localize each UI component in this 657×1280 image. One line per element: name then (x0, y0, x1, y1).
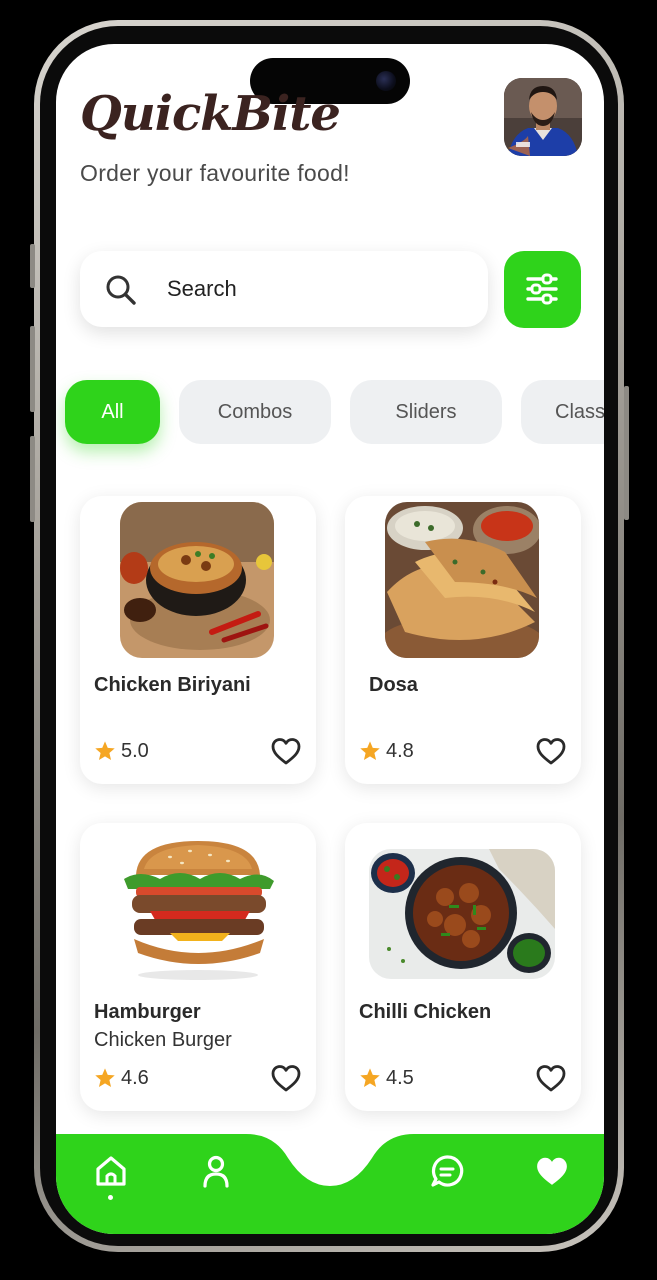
star-icon (95, 1068, 115, 1087)
app-screen: QuickBite Order your favourite food! Sea… (56, 44, 604, 1234)
avatar[interactable] (504, 78, 582, 156)
avatar-photo (504, 78, 582, 156)
heart-outline-icon[interactable] (270, 1063, 302, 1093)
star-icon (95, 741, 115, 760)
front-camera (376, 71, 396, 91)
active-indicator-dot (108, 1195, 113, 1200)
home-icon[interactable] (94, 1154, 128, 1188)
category-chip-classic[interactable]: Class (521, 380, 604, 444)
category-chip-combos[interactable]: Combos (179, 380, 331, 444)
search-placeholder: Search (167, 276, 237, 301)
product-image (369, 849, 555, 979)
product-name: Hamburger (94, 1001, 201, 1023)
app-logo: QuickBite (80, 86, 341, 142)
chat-icon[interactable] (430, 1154, 464, 1188)
product-name: Dosa (369, 674, 418, 696)
product-subtitle: Chicken Burger (94, 1029, 232, 1051)
filter-sliders-icon (526, 273, 558, 305)
heart-outline-icon[interactable] (535, 1063, 567, 1093)
product-rating: 4.5 (386, 1067, 414, 1089)
product-rating: 4.6 (121, 1067, 149, 1089)
search-icon (106, 275, 136, 305)
product-image (385, 502, 539, 658)
star-icon (360, 741, 380, 760)
power-button (624, 386, 629, 520)
product-image (110, 829, 286, 985)
product-name: Chilli Chicken (359, 1001, 492, 1023)
volume-up-button (30, 326, 35, 412)
product-card[interactable]: Chicken Biriyani 5.0 (80, 496, 316, 784)
profile-icon[interactable] (201, 1154, 231, 1188)
search-input[interactable]: Search (80, 251, 488, 327)
filter-button[interactable] (504, 251, 581, 328)
product-rating: 4.8 (386, 740, 414, 762)
category-chip-all[interactable]: All (65, 380, 160, 444)
product-rating: 5.0 (121, 740, 149, 762)
favorites-icon[interactable] (535, 1155, 569, 1187)
product-card[interactable]: Hamburger Chicken Burger 4.6 (80, 823, 316, 1111)
bottom-nav-background (56, 1134, 604, 1234)
star-icon (360, 1068, 380, 1087)
product-name: Chicken Biriyani (94, 674, 251, 696)
bottom-nav (56, 1134, 604, 1234)
app-subtitle: Order your favourite food! (80, 160, 350, 186)
action-button (30, 244, 35, 288)
category-chip-sliders[interactable]: Sliders (350, 380, 502, 444)
heart-outline-icon[interactable] (270, 736, 302, 766)
product-card[interactable]: Chilli Chicken 4.5 (345, 823, 581, 1111)
product-card[interactable]: Dosa 4.8 (345, 496, 581, 784)
volume-down-button (30, 436, 35, 522)
product-image (120, 502, 274, 658)
heart-outline-icon[interactable] (535, 736, 567, 766)
